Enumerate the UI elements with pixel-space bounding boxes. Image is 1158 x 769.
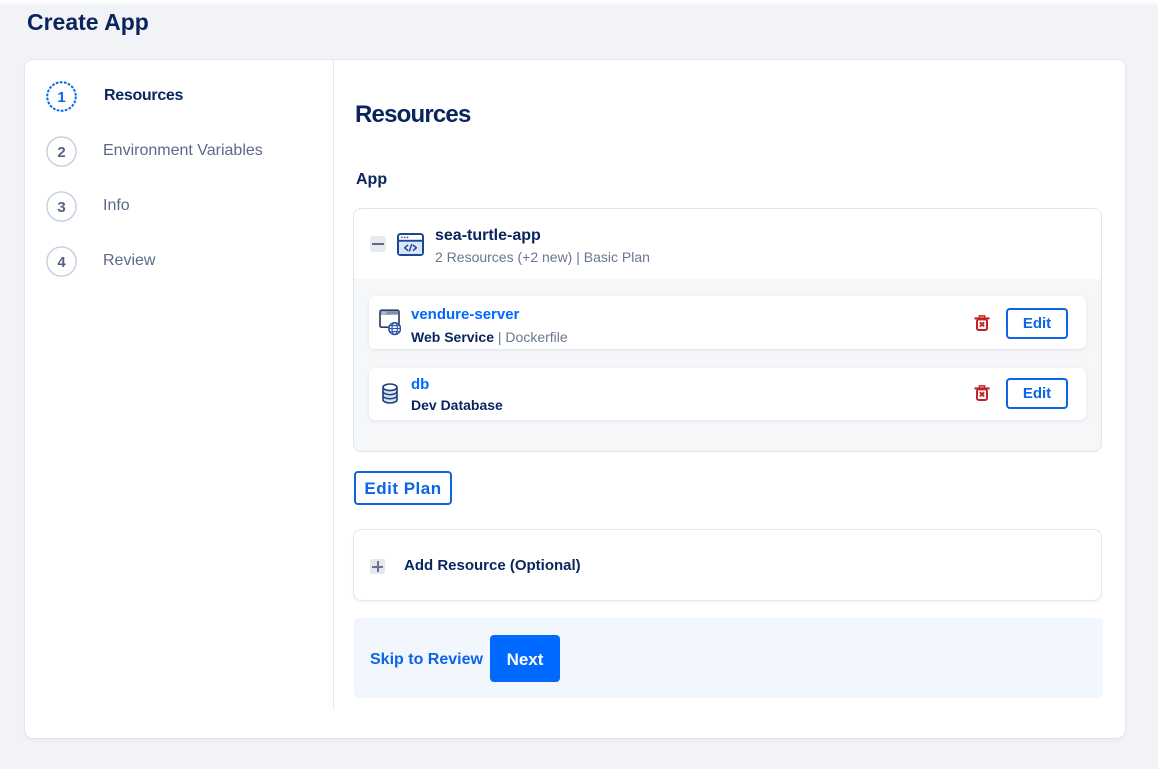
svg-text:3: 3	[57, 199, 65, 216]
svg-text:1: 1	[57, 89, 65, 106]
svg-text:2: 2	[57, 144, 65, 161]
svg-text:4: 4	[57, 254, 66, 271]
